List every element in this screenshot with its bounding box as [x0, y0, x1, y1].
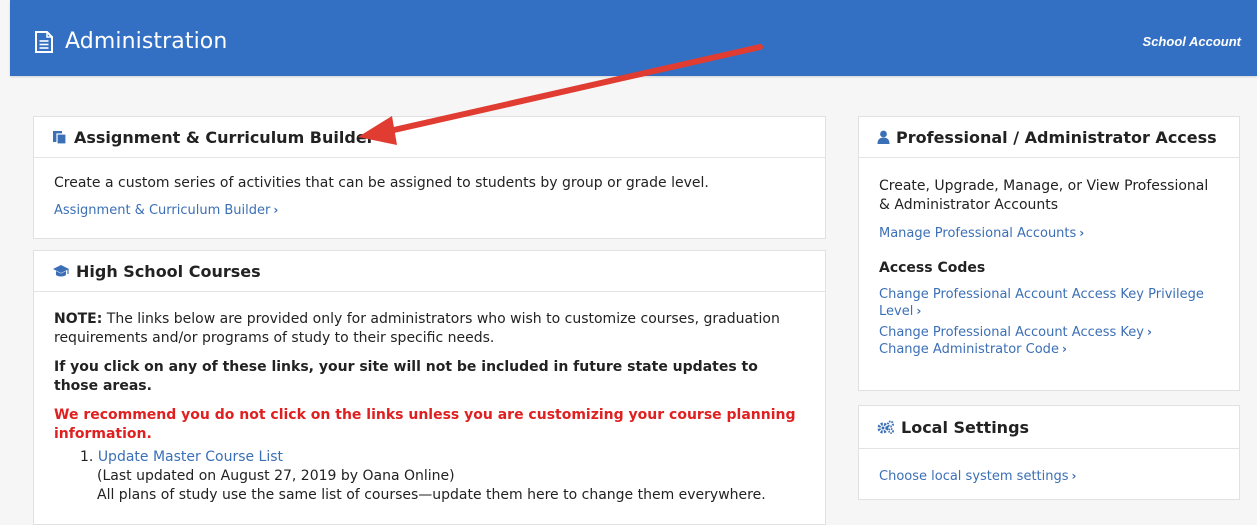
page-title-text: Administration — [65, 29, 228, 54]
chevron-right-icon: › — [916, 304, 922, 318]
chevron-right-icon: › — [1079, 226, 1085, 240]
assignment-builder-title: Assignment & Curriculum Builder — [74, 127, 375, 147]
change-administrator-code-link[interactable]: Change Administrator Code › — [879, 342, 1067, 357]
courses-recommendation: We recommend you do not click on the lin… — [54, 407, 796, 442]
local-system-settings-link[interactable]: Choose local system settings › — [879, 469, 1076, 484]
list-item-number: 1. — [80, 449, 94, 465]
chevron-right-icon: › — [1147, 325, 1152, 339]
local-settings-panel: Local Settings Choose local system setti… — [858, 405, 1240, 500]
list-item-description: All plans of study use the same list of … — [97, 487, 766, 503]
course-list: 1. Update Master Course List (Last updat… — [54, 448, 805, 505]
user-icon — [877, 130, 890, 144]
update-master-course-list-link[interactable]: Update Master Course List — [98, 449, 283, 465]
professional-access-panel: Professional / Administrator Access Crea… — [858, 116, 1240, 391]
assignment-builder-panel: Assignment & Curriculum Builder Create a… — [33, 116, 826, 239]
chevron-right-icon: › — [273, 203, 279, 217]
courses-warning: If you click on any of these links, your… — [54, 359, 758, 394]
list-item: 1. Update Master Course List (Last updat… — [80, 448, 805, 505]
assignment-builder-heading: Assignment & Curriculum Builder — [34, 117, 825, 158]
high-school-courses-panel: High School Courses NOTE: The links belo… — [33, 250, 826, 525]
chevron-right-icon: › — [1071, 469, 1077, 483]
high-school-courses-title: High School Courses — [76, 261, 261, 281]
courses-note: NOTE: The links below are provided only … — [54, 310, 805, 348]
chevron-right-icon: › — [1061, 342, 1067, 356]
cogs-icon — [877, 420, 895, 434]
note-label: NOTE: — [54, 311, 103, 327]
change-access-key-link[interactable]: Change Professional Account Access Key › — [879, 325, 1152, 340]
local-settings-heading: Local Settings — [859, 406, 1239, 449]
note-text: The links below are provided only for ad… — [54, 311, 780, 346]
professional-access-title: Professional / Administrator Access — [896, 127, 1217, 147]
high-school-courses-heading: High School Courses — [34, 251, 825, 292]
manage-professional-accounts-link[interactable]: Manage Professional Accounts › — [879, 226, 1084, 241]
graduation-cap-icon — [52, 264, 70, 278]
document-icon — [35, 30, 55, 53]
assignment-builder-link[interactable]: Assignment & Curriculum Builder › — [54, 203, 278, 218]
list-item-updated: (Last updated on August 27, 2019 by Oana… — [97, 468, 455, 484]
professional-access-heading: Professional / Administrator Access — [859, 117, 1239, 158]
access-codes-heading: Access Codes — [879, 260, 986, 276]
local-settings-title: Local Settings — [901, 417, 1030, 437]
page-title: Administration — [35, 29, 227, 54]
assignment-builder-description: Create a custom series of activities tha… — [54, 175, 709, 191]
page-header: Administration School Account — [10, 0, 1257, 76]
change-key-privilege-link[interactable]: Change Professional Account Access Key P… — [879, 287, 1204, 319]
account-type-label[interactable]: School Account — [1143, 34, 1241, 49]
professional-access-description: Create, Upgrade, Manage, or View Profess… — [879, 178, 1209, 213]
copy-icon — [52, 130, 68, 145]
